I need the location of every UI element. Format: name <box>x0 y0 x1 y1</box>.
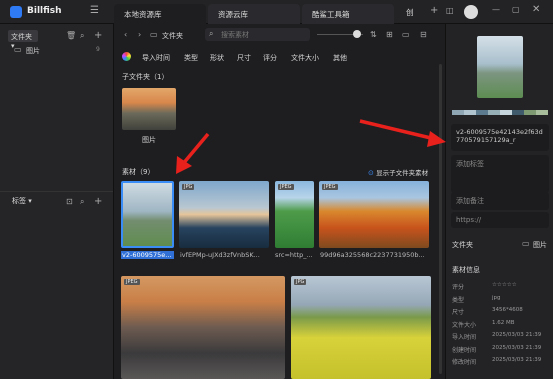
red-arrow-filename <box>359 119 446 147</box>
annotation-arrows <box>176 119 446 174</box>
red-arrow-assets <box>176 132 210 174</box>
